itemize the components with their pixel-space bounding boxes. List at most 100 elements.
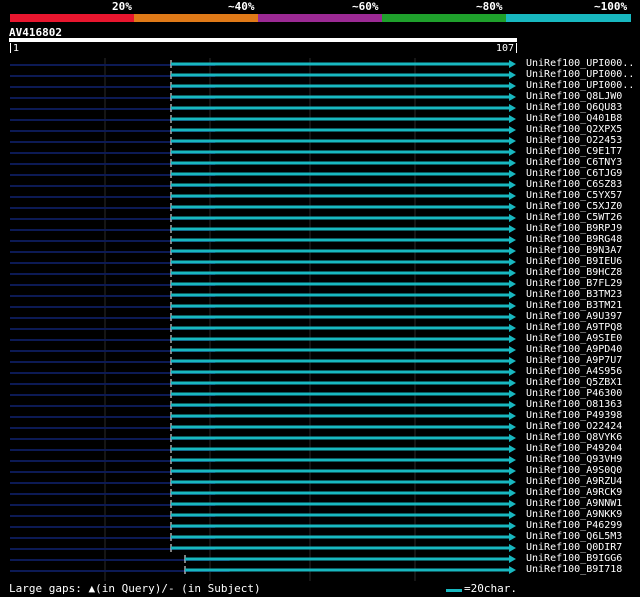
hit-row[interactable]: [10, 104, 516, 112]
hit-row[interactable]: [10, 478, 516, 486]
hit-row[interactable]: [10, 313, 516, 321]
hit-row[interactable]: [10, 203, 516, 211]
hit-label-link[interactable]: UniRef100_A9RCK9: [526, 487, 622, 498]
hit-row[interactable]: [10, 445, 516, 453]
hit-label-link[interactable]: UniRef100_C6SZ83: [526, 179, 622, 190]
hit-row[interactable]: [10, 214, 516, 222]
hit-label-link[interactable]: UniRef100_C5YX57: [526, 190, 622, 201]
hit-label-link[interactable]: UniRef100_Q8LJW0: [526, 91, 622, 102]
hit-label-link[interactable]: UniRef100_UPI000..: [526, 69, 634, 80]
hit-label-link[interactable]: UniRef100_P49398: [526, 410, 622, 421]
hit-label-link[interactable]: UniRef100_A9PD40: [526, 344, 622, 355]
hit-row[interactable]: [10, 522, 516, 530]
hit-row[interactable]: [10, 544, 516, 552]
hit-label-link[interactable]: UniRef100_C9E1T7: [526, 146, 622, 157]
hit-label-link[interactable]: UniRef100_A9RZU4: [526, 476, 622, 487]
hit-label-link[interactable]: UniRef100_B9IEU6: [526, 256, 622, 267]
hit-label-link[interactable]: UniRef100_B9HCZ8: [526, 267, 622, 278]
hit-label-link[interactable]: UniRef100_Q2XPX5: [526, 124, 622, 135]
hit-label-link[interactable]: UniRef100_P46300: [526, 388, 622, 399]
hit-row[interactable]: [10, 511, 516, 519]
hit-row[interactable]: [10, 412, 516, 420]
hit-row[interactable]: [10, 280, 516, 288]
hit-arrow-icon: [509, 544, 516, 552]
hit-label-link[interactable]: UniRef100_C5WT26: [526, 212, 622, 223]
hit-row[interactable]: [10, 148, 516, 156]
hit-label-link[interactable]: UniRef100_C5XJZ0: [526, 201, 622, 212]
hit-label-link[interactable]: UniRef100_B7FL29: [526, 278, 622, 289]
hit-row[interactable]: [10, 357, 516, 365]
hit-arrow-icon: [509, 225, 516, 233]
hit-arrow-icon: [509, 291, 516, 299]
hit-label-link[interactable]: UniRef100_A4S956: [526, 366, 622, 377]
hit-arrow-icon: [509, 335, 516, 343]
hit-row[interactable]: [10, 192, 516, 200]
hit-row[interactable]: [10, 93, 516, 101]
hit-label-link[interactable]: UniRef100_A9S0Q0: [526, 465, 622, 476]
hit-label-link[interactable]: UniRef100_B9RPJ9: [526, 223, 622, 234]
hit-label-link[interactable]: UniRef100_B9RG48: [526, 234, 622, 245]
hit-row[interactable]: [10, 456, 516, 464]
hit-label-link[interactable]: UniRef100_UPI000..: [526, 80, 634, 91]
hit-arrow-icon: [509, 104, 516, 112]
hit-row[interactable]: [10, 368, 516, 376]
hit-label-link[interactable]: UniRef100_Q0DIR7: [526, 542, 622, 553]
hit-label-link[interactable]: UniRef100_A9NKK9: [526, 509, 622, 520]
hit-label-link[interactable]: UniRef100_Q401B8: [526, 113, 622, 124]
hit-label-link[interactable]: UniRef100_Q8VYK6: [526, 432, 622, 443]
hit-label-link[interactable]: UniRef100_O81363: [526, 399, 622, 410]
hit-row[interactable]: [10, 170, 516, 178]
hit-row[interactable]: [10, 247, 516, 255]
hit-label-link[interactable]: UniRef100_UPI000..: [526, 58, 634, 69]
hit-arrow-icon: [509, 434, 516, 442]
hit-row[interactable]: [10, 346, 516, 354]
hit-row[interactable]: [10, 555, 516, 563]
hit-label-link[interactable]: UniRef100_A9P7U7: [526, 355, 622, 366]
hit-label-link[interactable]: UniRef100_B9IGG6: [526, 553, 622, 564]
hit-row[interactable]: [10, 126, 516, 134]
hit-label-link[interactable]: UniRef100_O22424: [526, 421, 622, 432]
hit-row[interactable]: [10, 269, 516, 277]
hit-label-link[interactable]: UniRef100_P49204: [526, 443, 622, 454]
hit-row[interactable]: [10, 390, 516, 398]
hit-label-link[interactable]: UniRef100_C6TNY3: [526, 157, 622, 168]
hit-row[interactable]: [10, 379, 516, 387]
hit-row[interactable]: [10, 71, 516, 79]
hit-row[interactable]: [10, 225, 516, 233]
hit-row[interactable]: [10, 258, 516, 266]
hit-row[interactable]: [10, 324, 516, 332]
hit-row[interactable]: [10, 423, 516, 431]
hit-label-link[interactable]: UniRef100_B3TM23: [526, 289, 622, 300]
hit-label-link[interactable]: UniRef100_B9N3A7: [526, 245, 622, 256]
hit-label-link[interactable]: UniRef100_O22453: [526, 135, 622, 146]
hit-row[interactable]: [10, 566, 516, 574]
hit-row[interactable]: [10, 302, 516, 310]
hit-row[interactable]: [10, 236, 516, 244]
hit-row[interactable]: [10, 500, 516, 508]
hit-row[interactable]: [10, 60, 516, 68]
hit-row[interactable]: [10, 533, 516, 541]
hit-row[interactable]: [10, 181, 516, 189]
hit-label-link[interactable]: UniRef100_Q5ZBX1: [526, 377, 622, 388]
hit-row[interactable]: [10, 489, 516, 497]
hit-row[interactable]: [10, 291, 516, 299]
hit-row[interactable]: [10, 467, 516, 475]
hit-row[interactable]: [10, 82, 516, 90]
hit-label-link[interactable]: UniRef100_Q6L5M3: [526, 531, 622, 542]
hit-label-link[interactable]: UniRef100_Q93VH9: [526, 454, 622, 465]
hit-label-link[interactable]: UniRef100_A9TPQ8: [526, 322, 622, 333]
hit-row[interactable]: [10, 115, 516, 123]
hit-label-link[interactable]: UniRef100_C6TJG9: [526, 168, 622, 179]
hit-row[interactable]: [10, 159, 516, 167]
hit-label-link[interactable]: UniRef100_B3TM21: [526, 300, 622, 311]
hit-row[interactable]: [10, 335, 516, 343]
hit-row[interactable]: [10, 434, 516, 442]
hit-label-link[interactable]: UniRef100_Q6QU83: [526, 102, 622, 113]
hit-row[interactable]: [10, 137, 516, 145]
hit-row[interactable]: [10, 401, 516, 409]
hit-label-link[interactable]: UniRef100_A9U397: [526, 311, 622, 322]
hit-label-link[interactable]: UniRef100_A9NNW1: [526, 498, 622, 509]
hit-label-link[interactable]: UniRef100_A9SIE0: [526, 333, 622, 344]
hit-label-link[interactable]: UniRef100_P46299: [526, 520, 622, 531]
hit-label-link[interactable]: UniRef100_B9I718: [526, 564, 622, 575]
